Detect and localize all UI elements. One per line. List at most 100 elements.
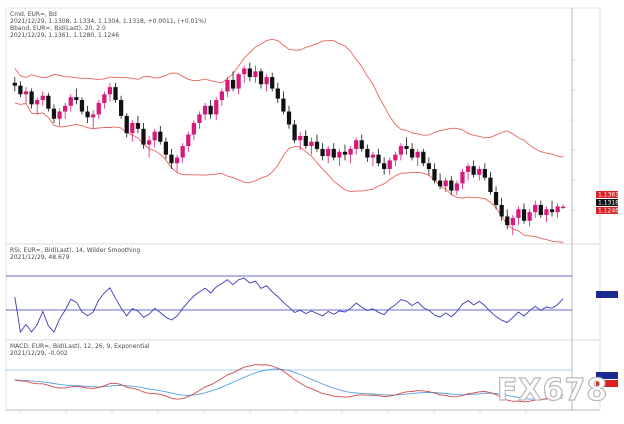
candle-body [236, 74, 241, 89]
candle-body [354, 140, 359, 149]
rsi-header-values: 2021/12/29, 48.679 [10, 254, 70, 261]
candle-body [91, 114, 96, 118]
candle-body [365, 148, 370, 158]
candle-body [292, 124, 297, 141]
candle-body [437, 180, 443, 187]
candle-body [510, 217, 515, 226]
candle-body [465, 166, 471, 172]
macd-header-values: 2021/12/29, -0.002 [10, 350, 68, 357]
candle-body [331, 148, 336, 158]
candle-body [555, 206, 560, 213]
candle-body [163, 141, 169, 155]
candle-body [146, 140, 152, 145]
candle-body [202, 105, 208, 115]
candle-body [23, 91, 29, 95]
candle-body [275, 88, 280, 99]
candle-body [107, 87, 113, 95]
candle-body [393, 154, 398, 161]
candle-body [505, 216, 510, 226]
candle-body [382, 163, 387, 170]
candle-body [118, 100, 124, 116]
candle-body [454, 183, 460, 191]
candle-body [286, 111, 292, 125]
candle-body [521, 209, 527, 221]
candle-body [270, 77, 275, 89]
candle-body [225, 79, 230, 92]
price-header-band-values: 2021/12/29, 1.1361, 1.1280, 1.1246 [10, 32, 119, 39]
candle-body [309, 141, 314, 147]
candle-body [337, 151, 342, 158]
candle-body [197, 114, 202, 124]
candle-body [18, 85, 23, 95]
candle-body [348, 148, 353, 155]
candle-body [549, 209, 555, 213]
candle-body [169, 154, 174, 164]
candle-body [298, 135, 303, 141]
candle-body [561, 206, 566, 209]
band-lower-tag-label: 1.1246 [598, 208, 619, 215]
rsi-header: RSI, EUR=, Bid(Last), 14, Wilder Smoothi… [10, 247, 140, 254]
candle-body [96, 102, 101, 115]
candle-body [488, 177, 493, 193]
candle-body [130, 123, 135, 134]
candle-body [264, 77, 269, 85]
candle-body [219, 91, 224, 101]
candle-body [152, 131, 157, 141]
candle-body [29, 91, 34, 105]
candle-body [191, 123, 196, 135]
candle-body [51, 108, 57, 119]
candle-body [141, 128, 146, 145]
candle-body [46, 95, 51, 109]
candle-body [516, 209, 521, 218]
candle-body [230, 79, 236, 89]
candle-body [214, 100, 219, 115]
candle-body [326, 148, 331, 157]
candle-body [426, 163, 432, 170]
candle-body [113, 87, 118, 101]
candle-body [247, 68, 252, 78]
candle-body [12, 82, 17, 86]
candle-body [186, 134, 191, 147]
price-pane-frame [5, 7, 601, 245]
candle-body [40, 95, 45, 101]
candle-body [174, 157, 180, 164]
candle-body [477, 169, 482, 175]
price-header-bands: Bband, EUR=, Bid(Last), 20, 2.0 [10, 25, 106, 32]
candle-body [409, 148, 415, 158]
candle-body [415, 151, 420, 158]
price-header-symbol: Cmd, EUR=, Bd [10, 11, 57, 18]
candle-body [208, 105, 213, 115]
candle-body [443, 180, 448, 187]
candle-body [258, 71, 264, 85]
macd-header: MACD, EUR=, Bid(Last), 12, 26, 9, Expone… [10, 343, 150, 350]
candle-body [57, 111, 62, 119]
candle-body [320, 148, 325, 157]
candle-body [74, 97, 79, 101]
candle-body [533, 204, 538, 213]
candle-body [102, 94, 107, 103]
rsi-value-tag [596, 291, 618, 298]
fx678-watermark: FX678 [497, 373, 608, 408]
candle-body [527, 212, 532, 221]
candle-body [376, 154, 381, 164]
candle-body [303, 135, 308, 147]
candle-body [85, 111, 90, 118]
candle-body [314, 141, 320, 149]
candle-body [432, 169, 437, 181]
candle-body [493, 192, 499, 205]
candle-body [499, 204, 504, 217]
candle-body [35, 100, 40, 105]
price-header-ohlc: 2021/12/29, 1.1308, 1.1334, 1.1304, 1.13… [10, 18, 206, 25]
candle-body [359, 140, 364, 149]
candle-body [63, 105, 68, 112]
candle-body [449, 180, 454, 191]
candle-body [538, 204, 543, 216]
chart-root: Cmd, EUR=, Bd 2021/12/29, 1.1308, 1.1334… [5, 7, 619, 413]
candle-body [135, 123, 141, 129]
candle-body [158, 131, 163, 142]
candle-body [387, 160, 392, 170]
candle-body [253, 71, 258, 78]
last-price-tag-label: 1.1318 [598, 200, 619, 207]
candle-body [124, 115, 129, 134]
candle-body [460, 171, 465, 184]
